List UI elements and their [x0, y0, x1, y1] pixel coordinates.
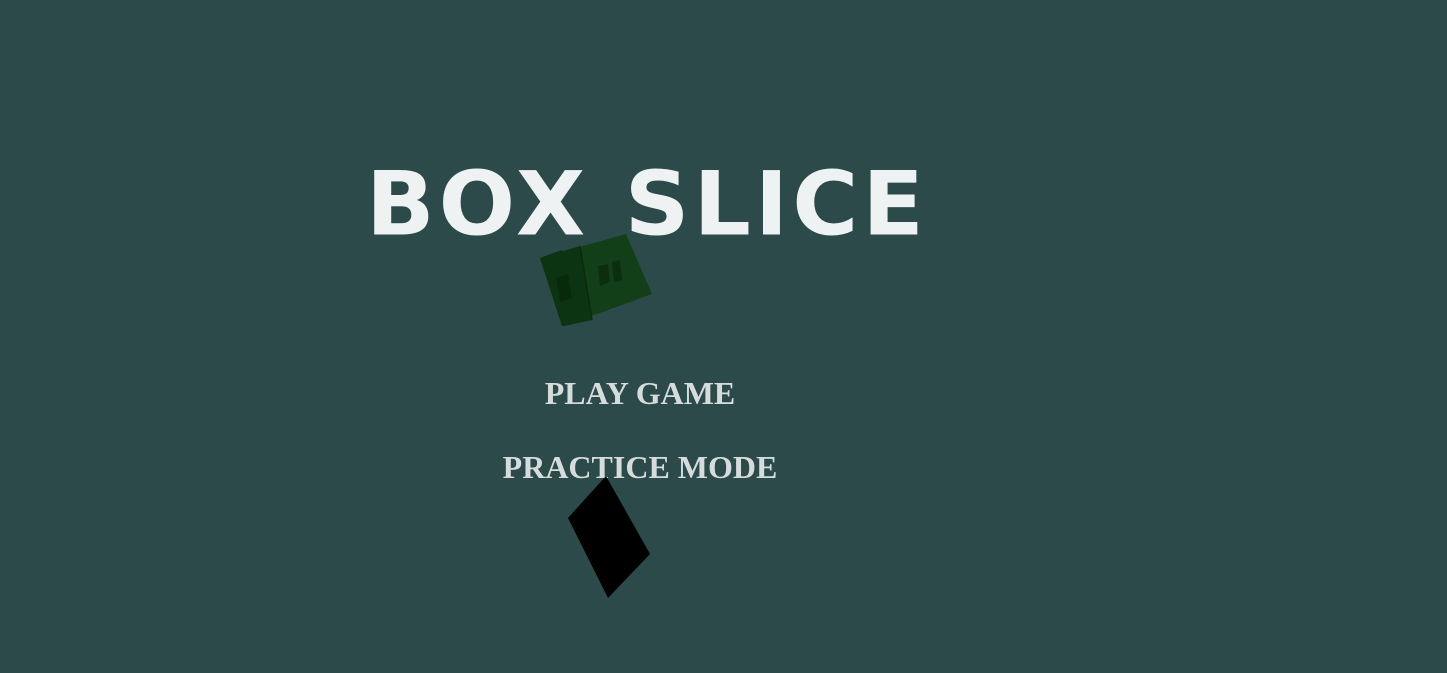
play-game-button[interactable]: PLAY GAME: [0, 375, 1280, 412]
slab-graphic: [568, 476, 650, 598]
cube-slot-2: [598, 264, 610, 286]
falling-slab[interactable]: [566, 476, 656, 600]
game-title: BOX SLICE: [366, 153, 928, 256]
game-stage[interactable]: BOX SLICE PLAY GAME PRACTICE MODE: [0, 0, 1447, 673]
slab-shape: [568, 476, 650, 598]
